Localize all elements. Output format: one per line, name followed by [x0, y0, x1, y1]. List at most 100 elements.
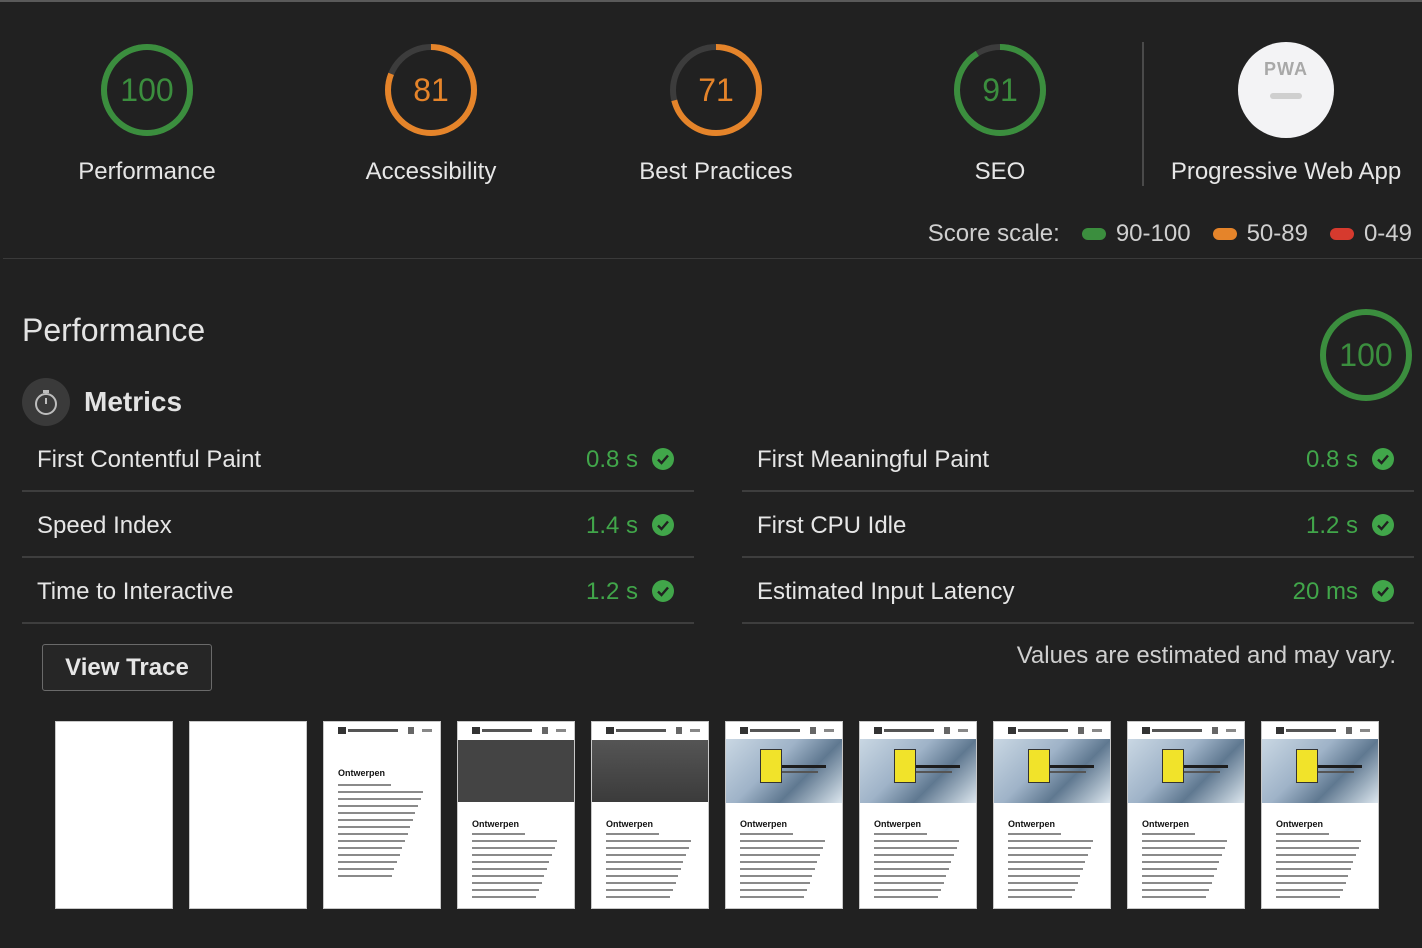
check-circle-icon [652, 448, 674, 470]
pass-swatch [1081, 228, 1106, 240]
frame-hero-image [1262, 739, 1378, 803]
frame-heading: Ontwerpen [1008, 819, 1056, 829]
frame-header [592, 722, 708, 738]
metric-time-to-interactive: Time to Interactive 1.2 s [22, 558, 694, 624]
frame-body-text [1008, 833, 1096, 903]
filmstrip-frame: Ontwerpen [725, 721, 843, 909]
frame-heading: Ontwerpen [472, 819, 520, 829]
view-trace-button[interactable]: View Trace [42, 644, 212, 691]
metric-name: Estimated Input Latency [757, 578, 1015, 605]
performance-section-score: 100 [1339, 337, 1392, 373]
frame-heading: Ontwerpen [606, 819, 654, 829]
accessibility-label: Accessibility [365, 158, 497, 185]
scale-fail: 0-49 [1329, 220, 1412, 248]
best-practices-score-ring: 71 [670, 44, 762, 136]
average-range: 50-89 [1246, 220, 1308, 247]
category-divider [1142, 42, 1144, 186]
filmstrip-frame: Ontwerpen [323, 721, 441, 909]
filmstrip-frame: Ontwerpen [859, 721, 977, 909]
metric-value: 1.4 s [585, 512, 638, 539]
frame-hero [592, 740, 708, 802]
fail-swatch [1329, 228, 1354, 240]
seo-score: 91 [982, 72, 1018, 108]
top-border [0, 0, 1422, 2]
metric-name: First Contentful Paint [37, 446, 262, 473]
metric-value: 0.8 s [1305, 446, 1358, 473]
gauge-seo[interactable]: 91 SEO [880, 42, 1120, 186]
metric-first-meaningful-paint: First Meaningful Paint 0.8 s [742, 426, 1414, 492]
average-swatch [1212, 228, 1237, 240]
frame-body-text [606, 833, 694, 903]
frame-heading: Ontwerpen [874, 819, 922, 829]
frame-heading: Ontwerpen [740, 819, 788, 829]
metric-value: 20 ms [1292, 578, 1358, 605]
frame-hero-image [860, 739, 976, 803]
gauge-performance[interactable]: 100 Performance [27, 42, 267, 186]
frame-header [324, 722, 440, 738]
performance-section-gauge: 100 [1320, 309, 1412, 401]
metric-estimated-input-latency: Estimated Input Latency 20 ms [742, 558, 1414, 624]
frame-body-text [1276, 833, 1364, 903]
frame-hero-image [994, 739, 1110, 803]
frame-hero-image [1128, 739, 1244, 803]
frame-header [860, 722, 976, 738]
accessibility-score-ring: 81 [385, 44, 477, 136]
pwa-na-dash [1270, 93, 1302, 99]
score-scale: Score scale: 90-100 50-89 0-49 [928, 220, 1412, 248]
filmstrip-frame: Ontwerpen [1261, 721, 1379, 909]
frame-header [726, 722, 842, 738]
stopwatch-icon [22, 378, 70, 426]
seo-label: SEO [974, 158, 1026, 185]
metrics-title: Metrics [84, 386, 183, 417]
performance-score: 100 [120, 72, 173, 108]
gauge-accessibility[interactable]: 81 Accessibility [311, 42, 551, 186]
frame-hero [458, 740, 574, 802]
estimate-note: Values are estimated and may vary. [1016, 642, 1396, 669]
best-practices-label: Best Practices [639, 158, 793, 185]
metric-value: 0.8 s [585, 446, 638, 473]
filmstrip-frame: Ontwerpen [993, 721, 1111, 909]
frame-header [458, 722, 574, 738]
frame-heading: Ontwerpen [1142, 819, 1190, 829]
frame-body-text [1142, 833, 1230, 903]
check-circle-icon [1372, 580, 1394, 602]
frame-heading: Ontwerpen [338, 768, 386, 778]
check-circle-icon [1372, 448, 1394, 470]
metric-value: 1.2 s [1305, 512, 1358, 539]
check-circle-icon [652, 580, 674, 602]
filmstrip-frame [189, 721, 307, 909]
frame-header [1128, 722, 1244, 738]
scale-pass: 90-100 [1081, 220, 1191, 248]
check-circle-icon [652, 514, 674, 536]
pwa-label: Progressive Web App [1170, 158, 1402, 185]
frame-body-text [338, 784, 426, 882]
gauge-pwa[interactable]: PWA Progressive Web App [1166, 42, 1406, 186]
frame-body-text [874, 833, 962, 903]
frame-header [994, 722, 1110, 738]
seo-score-ring: 91 [954, 44, 1046, 136]
section-divider [3, 258, 1422, 259]
pwa-logo: PWA [1263, 59, 1308, 79]
metric-name: First Meaningful Paint [757, 446, 990, 473]
frame-hero-image [726, 739, 842, 803]
metric-value: 1.2 s [585, 578, 638, 605]
best-practices-score: 71 [698, 72, 734, 108]
pass-range: 90-100 [1115, 220, 1191, 247]
frame-body-text [472, 833, 560, 903]
filmstrip-frame [55, 721, 173, 909]
frame-heading: Ontwerpen [1276, 819, 1324, 829]
scale-average: 50-89 [1212, 220, 1308, 248]
filmstrip-frame: Ontwerpen [1127, 721, 1245, 909]
metric-first-cpu-idle: First CPU Idle 1.2 s [742, 492, 1414, 558]
metric-name: First CPU Idle [757, 512, 907, 539]
accessibility-score: 81 [413, 72, 449, 108]
filmstrip-frame: Ontwerpen [591, 721, 709, 909]
gauge-best-practices[interactable]: 71 Best Practices [596, 42, 836, 186]
metric-name: Time to Interactive [37, 578, 234, 605]
performance-label: Performance [78, 158, 216, 185]
performance-score-ring: 100 [101, 44, 193, 136]
fail-range: 0-49 [1363, 220, 1412, 247]
score-scale-label: Score scale: [927, 220, 1060, 247]
metric-first-contentful-paint: First Contentful Paint 0.8 s [22, 426, 694, 492]
check-circle-icon [1372, 514, 1394, 536]
